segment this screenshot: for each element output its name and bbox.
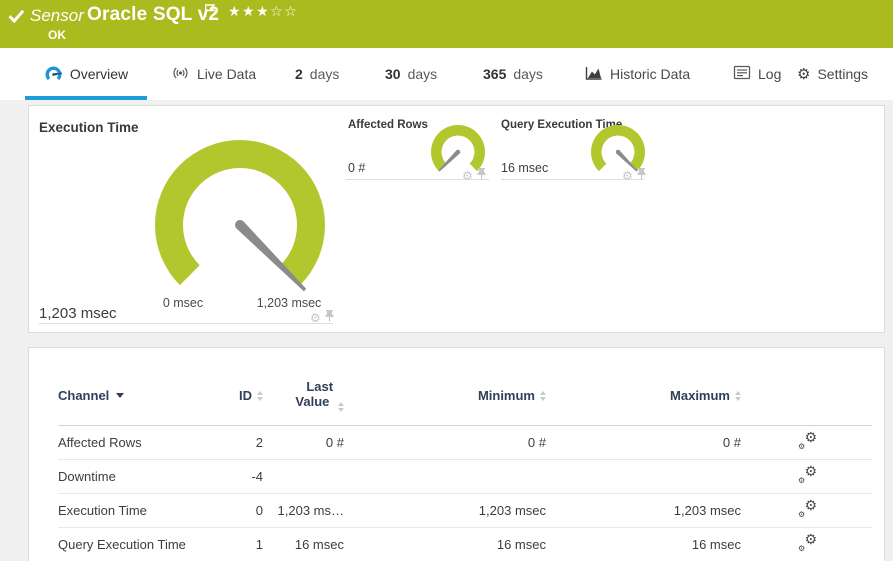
log-icon (733, 65, 751, 83)
gauge-title: Execution Time (39, 120, 139, 135)
maximum-cell: 16 msec (691, 537, 741, 552)
sort-caret-icon (116, 393, 125, 398)
gauge-min-label: 0 msec (162, 296, 204, 310)
channel-settings-icon[interactable]: ⚙ ⚙ (798, 496, 817, 519)
channel-settings-icon[interactable]: ⚙ ⚙ (798, 462, 817, 485)
star-rating[interactable]: ★★★☆☆ (228, 3, 298, 20)
table-row[interactable]: Query Execution Time 1 16 msec 16 msec 16 ms… (58, 528, 872, 561)
priority-flag-icon[interactable] (204, 4, 216, 23)
last-value-cell: 1,203 ms… (277, 503, 344, 518)
pin-icon[interactable] (477, 167, 486, 185)
maximum-cell: 1,203 msec (673, 503, 741, 518)
sort-arrows-icon (735, 390, 741, 401)
tab-number: 2 (295, 66, 303, 82)
gauge-title: Affected Rows (348, 119, 428, 131)
tab-label: Settings (817, 66, 869, 82)
tab-historic-data[interactable]: Historic Data (585, 48, 690, 100)
tab-live-data[interactable]: Live Data (171, 48, 256, 100)
tab-number: 365 (483, 66, 507, 82)
column-header-id[interactable]: ID (229, 388, 263, 403)
sensor-kind-label: Sensor (30, 6, 84, 25)
channel-settings-icon[interactable]: ⚙ ⚙ (798, 428, 817, 451)
tab-label: days (309, 66, 340, 82)
table-header-row: Channel ID Last Value Minimum Maximum (58, 348, 872, 426)
tab-settings[interactable]: ⚙ Settings (797, 48, 868, 100)
channel-settings-icon[interactable]: ⚙ ⚙ (798, 530, 817, 553)
id-cell: 2 (255, 435, 263, 450)
gear-icon: ⚙ (798, 543, 806, 553)
table-row[interactable]: Execution Time 0 1,203 ms… 1,203 msec 1,203 … (58, 494, 872, 528)
column-header-maximum[interactable]: Maximum (546, 388, 741, 403)
sort-arrows-icon (338, 402, 344, 412)
gauge-value: 0 # (348, 161, 366, 175)
tab-number: 30 (385, 66, 401, 82)
execution-time-gauge (155, 140, 325, 292)
divider (39, 323, 333, 324)
tab-label: Live Data (197, 66, 257, 82)
gear-icon: ⚙ (798, 509, 806, 519)
tab-2-days[interactable]: 2 days (295, 48, 339, 100)
minimum-cell: 0 # (527, 435, 546, 450)
gear-icon: ⚙ (798, 475, 806, 485)
channel-name-cell: Execution Time (58, 503, 147, 518)
gauge-corner-actions: ⚙ (310, 309, 334, 327)
last-value-cell: 0 # (325, 435, 344, 450)
chart-icon (585, 65, 603, 84)
gear-icon: ⚙ (804, 428, 817, 445)
gear-icon: ⚙ (804, 462, 817, 479)
gauge-icon (45, 66, 62, 80)
tab-label: Log (758, 66, 782, 82)
gauge-max-label: 1,203 msec (256, 296, 322, 310)
table-row[interactable]: Downtime -4 ⚙ ⚙ (58, 460, 872, 494)
tab-label: days (407, 66, 438, 82)
gear-icon[interactable]: ⚙ (622, 170, 633, 182)
minimum-cell: 16 msec (496, 537, 546, 552)
table-body: Affected Rows 2 0 #0 #0 # ⚙ ⚙ Downtime -4 ⚙ ⚙ Exe… (58, 426, 872, 561)
column-header-channel[interactable]: Channel (58, 388, 229, 403)
divider (346, 179, 489, 180)
tab-overview[interactable]: Overview (25, 48, 147, 100)
gauge-value: 1,203 msec (39, 305, 117, 322)
gear-icon: ⚙ (804, 530, 817, 547)
prtg-sensor-page: Sensor Oracle SQL v2 ★★★☆☆ OK Overview L… (0, 0, 893, 561)
tab-label: Historic Data (610, 66, 691, 82)
tab-bar: Overview Live Data 2 days 30 days 365 da… (0, 48, 893, 100)
id-cell: -4 (251, 469, 263, 484)
gear-icon: ⚙ (797, 65, 811, 83)
channel-name-cell: Affected Rows (58, 435, 142, 450)
gauges-panel: Execution Time 0 msec 1,203 msec 1,203 m… (28, 105, 885, 333)
id-cell: 1 (255, 537, 263, 552)
column-header-minimum[interactable]: Minimum (344, 388, 546, 403)
gauge-corner-actions: ⚙ (622, 167, 646, 185)
check-icon (8, 9, 25, 29)
sensor-header: Sensor Oracle SQL v2 ★★★☆☆ OK (0, 0, 893, 48)
tab-label: Overview (69, 66, 129, 82)
broadcast-icon (171, 65, 190, 84)
pin-icon[interactable] (325, 309, 334, 327)
gear-icon: ⚙ (804, 496, 817, 513)
maximum-cell: 0 # (722, 435, 741, 450)
id-cell: 0 (255, 503, 263, 518)
tab-365-days[interactable]: 365 days (483, 48, 543, 100)
tab-label: days (513, 66, 543, 82)
channel-name-cell: Downtime (58, 469, 116, 484)
status-badge: OK (48, 28, 66, 42)
gear-icon[interactable]: ⚙ (462, 170, 473, 182)
last-value-cell: 16 msec (294, 537, 344, 552)
tab-30-days[interactable]: 30 days (385, 48, 437, 100)
pin-icon[interactable] (637, 167, 646, 185)
channel-name-cell: Query Execution Time (58, 537, 186, 552)
minimum-cell: 1,203 msec (478, 503, 546, 518)
gear-icon: ⚙ (798, 441, 806, 451)
channels-table-panel: Channel ID Last Value Minimum Maximum Af… (28, 347, 885, 561)
sensor-title: Oracle SQL v2 (87, 4, 220, 25)
tab-log[interactable]: Log (733, 48, 781, 100)
column-header-last-value[interactable]: Last Value (263, 379, 344, 412)
gauge-corner-actions: ⚙ (462, 167, 486, 185)
gauge-value: 16 msec (501, 161, 549, 175)
table-row[interactable]: Affected Rows 2 0 # 0 # 0 # ⚙ ⚙ (58, 426, 872, 460)
divider (501, 179, 644, 180)
